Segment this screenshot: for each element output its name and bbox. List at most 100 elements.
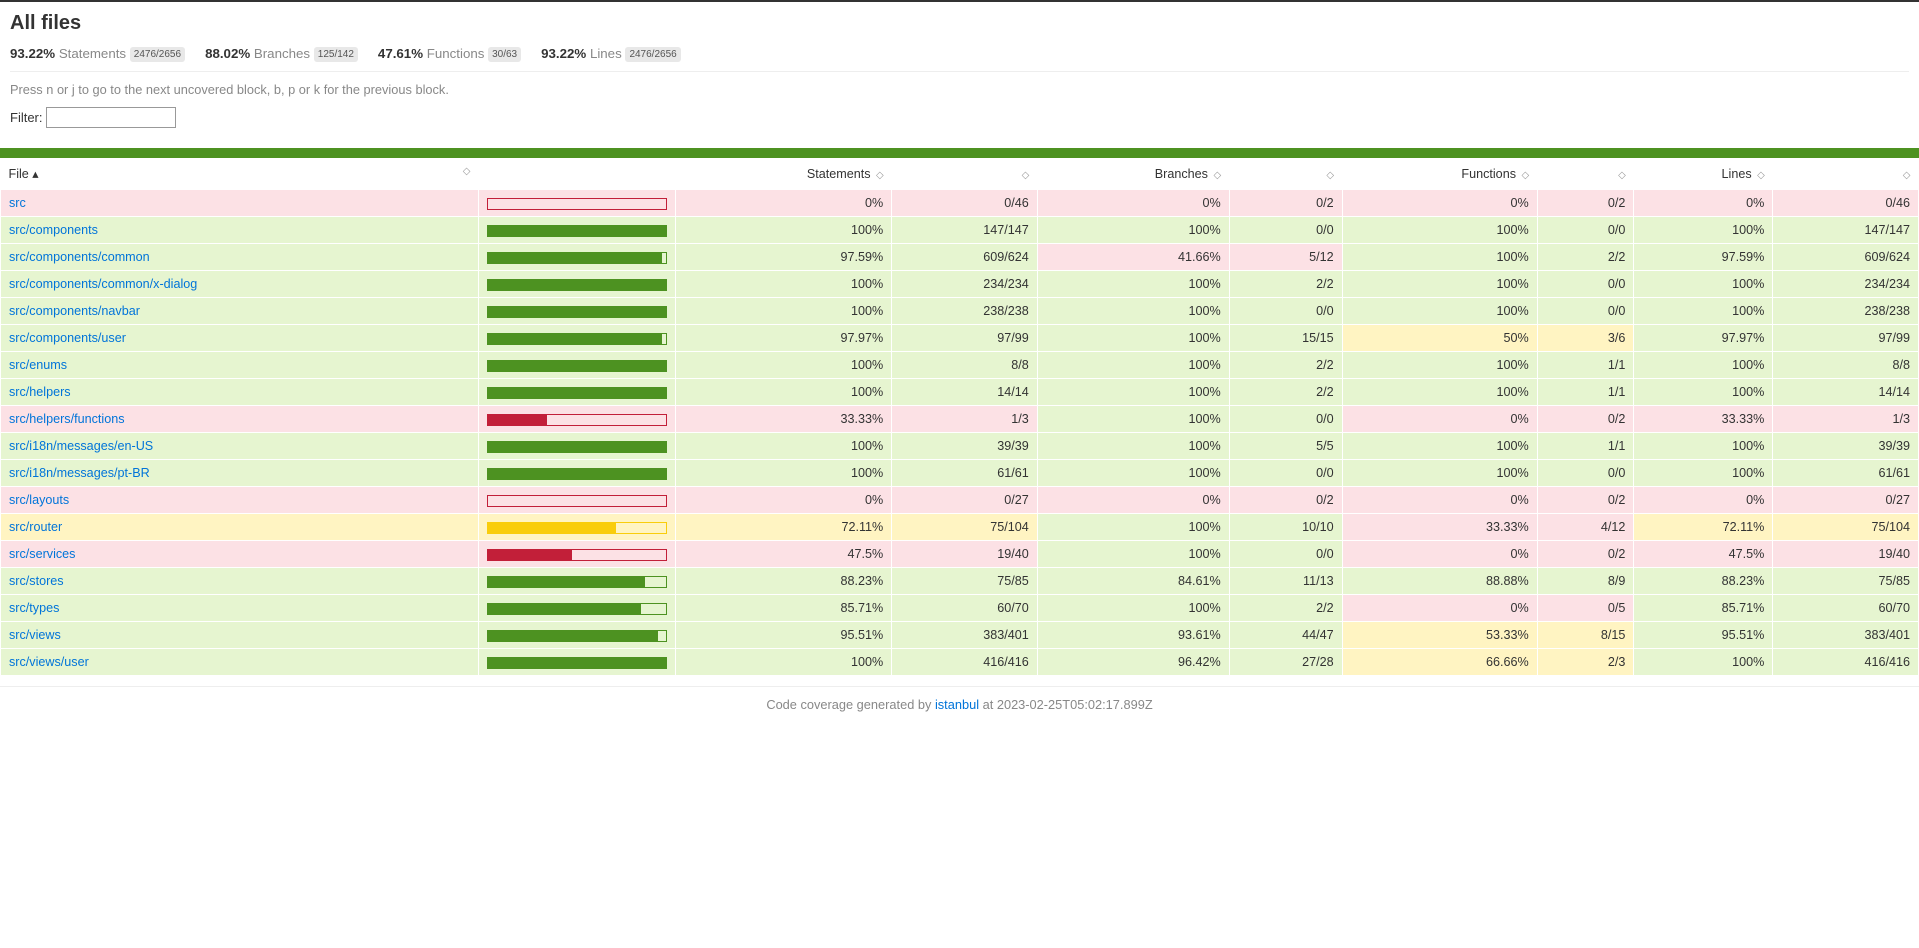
br-abs: 0/0: [1229, 460, 1342, 487]
filter-label: Filter:: [10, 110, 46, 125]
br-abs: 44/47: [1229, 622, 1342, 649]
br-pct: 100%: [1037, 541, 1229, 568]
ln-abs: 147/147: [1773, 217, 1919, 244]
table-row: src/stores88.23%75/8584.61%11/1388.88%8/…: [1, 568, 1919, 595]
bar-cell: [478, 541, 675, 568]
col-lines-abs[interactable]: ◇: [1773, 158, 1919, 190]
file-link[interactable]: src/views/user: [9, 655, 89, 669]
file-link[interactable]: src/enums: [9, 358, 67, 372]
summary-fraction: 2476/2656: [130, 47, 185, 62]
fn-abs: 1/1: [1537, 433, 1634, 460]
col-functions-abs[interactable]: ◇: [1537, 158, 1634, 190]
coverage-bar-fill: [488, 658, 666, 668]
summary-item: 93.22% Lines 2476/2656: [541, 46, 681, 61]
coverage-bar-fill: [488, 469, 666, 479]
br-pct: 100%: [1037, 406, 1229, 433]
col-branches[interactable]: Branches ◇: [1037, 158, 1229, 190]
file-link[interactable]: src/components/common/x-dialog: [9, 277, 197, 291]
stmt-pct: 0%: [675, 190, 891, 217]
file-link[interactable]: src/components/user: [9, 331, 126, 345]
file-link[interactable]: src/components/common: [9, 250, 150, 264]
col-statements-abs[interactable]: ◇: [892, 158, 1038, 190]
file-link[interactable]: src/helpers: [9, 385, 71, 399]
col-label: Functions: [1461, 167, 1516, 181]
ln-abs: 416/416: [1773, 649, 1919, 676]
filter-input[interactable]: [46, 107, 176, 128]
stmt-pct: 33.33%: [675, 406, 891, 433]
fn-pct: 50%: [1342, 325, 1537, 352]
file-link[interactable]: src/components: [9, 223, 98, 237]
stmt-pct: 97.59%: [675, 244, 891, 271]
stmt-abs: 234/234: [892, 271, 1038, 298]
ln-pct: 0%: [1634, 190, 1773, 217]
fn-pct: 33.33%: [1342, 514, 1537, 541]
file-link[interactable]: src/layouts: [9, 493, 69, 507]
file-link[interactable]: src/router: [9, 520, 62, 534]
summary-label: Branches: [254, 46, 310, 61]
br-abs: 15/15: [1229, 325, 1342, 352]
fn-abs: 1/1: [1537, 379, 1634, 406]
table-row: src/components100%147/147100%0/0100%0/01…: [1, 217, 1919, 244]
stmt-pct: 0%: [675, 487, 891, 514]
stmt-pct: 85.71%: [675, 595, 891, 622]
file-cell: src/helpers: [1, 379, 479, 406]
ln-abs: 1/3: [1773, 406, 1919, 433]
br-abs: 2/2: [1229, 352, 1342, 379]
coverage-bar: [487, 468, 667, 480]
file-link[interactable]: src/i18n/messages/en-US: [9, 439, 153, 453]
table-row: src/services47.5%19/40100%0/00%0/247.5%1…: [1, 541, 1919, 568]
stmt-pct: 95.51%: [675, 622, 891, 649]
file-cell: src/views: [1, 622, 479, 649]
coverage-bar: [487, 387, 667, 399]
br-pct: 100%: [1037, 379, 1229, 406]
file-cell: src/services: [1, 541, 479, 568]
file-cell: src/i18n/messages/en-US: [1, 433, 479, 460]
col-branches-abs[interactable]: ◇: [1229, 158, 1342, 190]
fn-pct: 100%: [1342, 460, 1537, 487]
summary-bar: 93.22% Statements 2476/265688.02% Branch…: [10, 45, 1909, 61]
file-cell: src/components/common: [1, 244, 479, 271]
coverage-bar-fill: [488, 280, 666, 290]
file-link[interactable]: src/views: [9, 628, 61, 642]
stmt-abs: 383/401: [892, 622, 1038, 649]
file-link[interactable]: src/types: [9, 601, 59, 615]
file-link[interactable]: src/services: [9, 547, 75, 561]
fn-abs: 0/0: [1537, 298, 1634, 325]
stmt-abs: 0/46: [892, 190, 1038, 217]
file-link[interactable]: src/stores: [9, 574, 64, 588]
col-file[interactable]: File◇: [1, 158, 479, 190]
br-pct: 0%: [1037, 190, 1229, 217]
file-link[interactable]: src/i18n/messages/pt-BR: [9, 466, 150, 480]
coverage-bar-fill: [488, 631, 658, 641]
file-link[interactable]: src/helpers/functions: [9, 412, 125, 426]
ln-pct: 100%: [1634, 271, 1773, 298]
stmt-abs: 0/27: [892, 487, 1038, 514]
footer-link[interactable]: istanbul: [935, 697, 979, 712]
br-abs: 0/0: [1229, 217, 1342, 244]
ln-pct: 88.23%: [1634, 568, 1773, 595]
col-statements[interactable]: Statements ◇: [675, 158, 891, 190]
ln-abs: 75/104: [1773, 514, 1919, 541]
ln-pct: 47.5%: [1634, 541, 1773, 568]
fn-abs: 0/0: [1537, 217, 1634, 244]
coverage-bar: [487, 333, 667, 345]
table-row: src/helpers/functions33.33%1/3100%0/00%0…: [1, 406, 1919, 433]
br-pct: 96.42%: [1037, 649, 1229, 676]
summary-item: 47.61% Functions 30/63: [378, 46, 521, 61]
br-abs: 2/2: [1229, 379, 1342, 406]
file-link[interactable]: src: [9, 196, 26, 210]
file-cell: src/router: [1, 514, 479, 541]
fn-pct: 100%: [1342, 298, 1537, 325]
bar-cell: [478, 595, 675, 622]
bar-cell: [478, 406, 675, 433]
bar-cell: [478, 514, 675, 541]
coverage-bar: [487, 603, 667, 615]
col-lines[interactable]: Lines ◇: [1634, 158, 1773, 190]
col-functions[interactable]: Functions ◇: [1342, 158, 1537, 190]
fn-pct: 100%: [1342, 271, 1537, 298]
stmt-pct: 100%: [675, 379, 891, 406]
ln-abs: 75/85: [1773, 568, 1919, 595]
fn-abs: 0/2: [1537, 190, 1634, 217]
file-link[interactable]: src/components/navbar: [9, 304, 140, 318]
table-row: src/i18n/messages/en-US100%39/39100%5/51…: [1, 433, 1919, 460]
